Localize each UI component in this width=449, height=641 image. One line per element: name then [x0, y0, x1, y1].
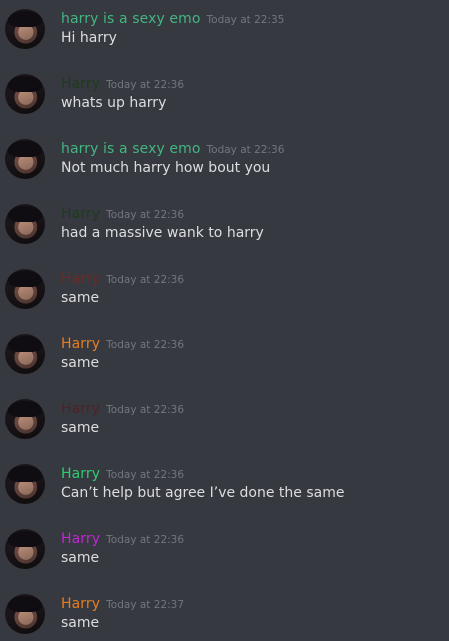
avatar[interactable] — [5, 334, 45, 374]
timestamp: Today at 22:36 — [106, 274, 185, 286]
avatar[interactable] — [5, 139, 45, 179]
message-text: Not much harry how bout you — [61, 160, 271, 176]
timestamp: Today at 22:37 — [106, 599, 185, 611]
message-header: Harry Today at 22:36 — [61, 203, 184, 222]
username[interactable]: Harry — [61, 271, 100, 287]
timestamp: Today at 22:36 — [106, 79, 185, 91]
message: Harry Today at 22:37 same — [0, 585, 449, 641]
avatar[interactable] — [5, 9, 45, 49]
timestamp: Today at 22:36 — [206, 144, 285, 156]
message: Harry Today at 22:36 whats up harry — [0, 65, 449, 130]
message-header: Harry Today at 22:36 — [61, 528, 184, 547]
avatar[interactable] — [5, 594, 45, 634]
message: Harry Today at 22:36 same — [0, 390, 449, 455]
username[interactable]: Harry — [61, 401, 100, 417]
message-header: Harry Today at 22:36 — [61, 73, 184, 92]
message: harry is a sexy emo Today at 22:36 Not mu… — [0, 130, 449, 195]
avatar[interactable] — [5, 269, 45, 309]
username[interactable]: Harry — [61, 76, 100, 92]
message: Harry Today at 22:36 Can’t help but agree… — [0, 455, 449, 520]
avatar[interactable] — [5, 74, 45, 114]
message-text: same — [61, 615, 100, 631]
message-text: had a massive wank to harry — [61, 225, 264, 241]
username[interactable]: Harry — [61, 206, 100, 222]
username[interactable]: harry is a sexy emo — [61, 11, 201, 27]
message-header: Harry Today at 22:37 — [61, 593, 184, 612]
message-header: Harry Today at 22:36 — [61, 333, 184, 352]
message-text: Hi harry — [61, 30, 117, 46]
message-header: Harry Today at 22:36 — [61, 398, 184, 417]
message: Harry Today at 22:36 same — [0, 260, 449, 325]
timestamp: Today at 22:36 — [106, 404, 185, 416]
message-text: same — [61, 290, 100, 306]
message-text: same — [61, 550, 100, 566]
message: Harry Today at 22:36 had a massive wank t… — [0, 195, 449, 260]
username[interactable]: harry is a sexy emo — [61, 141, 201, 157]
username[interactable]: Harry — [61, 336, 100, 352]
timestamp: Today at 22:35 — [206, 14, 285, 26]
avatar[interactable] — [5, 464, 45, 504]
username[interactable]: Harry — [61, 596, 100, 612]
message-header: Harry Today at 22:36 — [61, 463, 184, 482]
timestamp: Today at 22:36 — [106, 209, 185, 221]
message: Harry Today at 22:36 same — [0, 520, 449, 585]
message-header: Harry Today at 22:36 — [61, 268, 184, 287]
message-text: same — [61, 355, 100, 371]
message-text: whats up harry — [61, 95, 167, 111]
timestamp: Today at 22:36 — [106, 534, 185, 546]
username[interactable]: Harry — [61, 466, 100, 482]
timestamp: Today at 22:36 — [106, 469, 185, 481]
avatar[interactable] — [5, 204, 45, 244]
avatar[interactable] — [5, 399, 45, 439]
chat-message-list: harry is a sexy emo Today at 22:35 Hi har… — [0, 0, 449, 641]
message: harry is a sexy emo Today at 22:35 Hi har… — [0, 0, 449, 65]
username[interactable]: Harry — [61, 531, 100, 547]
message: Harry Today at 22:36 same — [0, 325, 449, 390]
message-header: harry is a sexy emo Today at 22:35 — [61, 8, 284, 27]
message-text: same — [61, 420, 100, 436]
message-header: harry is a sexy emo Today at 22:36 — [61, 138, 284, 157]
message-text: Can’t help but agree I’ve done the same — [61, 485, 345, 501]
avatar[interactable] — [5, 529, 45, 569]
timestamp: Today at 22:36 — [106, 339, 185, 351]
